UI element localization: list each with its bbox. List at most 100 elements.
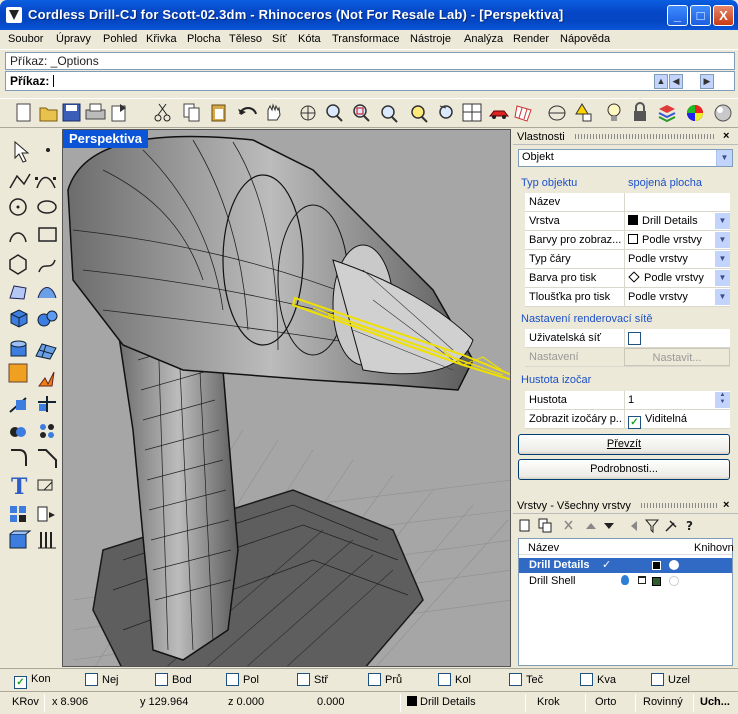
osnap-knot[interactable]: Uzel [651,673,690,686]
perspective-viewport[interactable]: Perspektiva [62,129,511,667]
prop-row-print-color[interactable]: Barva pro tisk Podle vrstvy ▼ [525,269,730,288]
mesh-settings-button[interactable]: Nastavit... [624,348,730,366]
osnap-point[interactable]: Bod [155,673,192,686]
osnap-center-checkbox[interactable] [297,673,310,686]
show-iso-checkbox-cell[interactable]: ✓ Viditelná [624,410,730,429]
status-planar[interactable]: Rovinný [643,696,683,708]
prop-row-custom-mesh[interactable]: Uživatelská síť [525,329,730,348]
rhino-app-icon[interactable] [6,7,22,23]
material-icon[interactable] [669,560,679,570]
layer-color-swatch[interactable] [652,561,661,570]
osnap-quad[interactable]: Kva [580,673,616,686]
osnap-end[interactable]: ✓ Kon [14,673,51,689]
menu-sit[interactable]: Síť [272,33,287,45]
match-button[interactable]: Převzít [518,434,730,455]
close-button[interactable]: X [713,5,734,26]
osnap-center[interactable]: Stř [297,673,328,686]
details-button[interactable]: Podrobnosti... [518,459,730,480]
osnap-tangent-checkbox[interactable] [509,673,522,686]
command-line[interactable]: Příkaz: [5,71,735,91]
prop-row-name[interactable]: Název [525,193,730,212]
osnap-tangent[interactable]: Teč [509,673,543,686]
osnap-point-checkbox[interactable] [155,673,168,686]
layer-name[interactable]: Drill Shell [529,575,575,587]
prop-row-print-width[interactable]: Tloušťka pro tisk Podle vrstvy ▼ [525,288,730,307]
prop-row-linetype[interactable]: Typ čáry Podle vrstvy ▼ [525,250,730,269]
material-icon[interactable] [669,576,679,586]
layer-row-drill-details[interactable]: Drill Details ✓ [519,558,732,573]
density-spinner-icon[interactable]: ▲ ▼ [715,392,730,408]
custom-mesh-checkbox-cell[interactable] [624,329,730,347]
menu-plocha[interactable]: Plocha [187,33,221,45]
layer-color-swatch[interactable] [652,577,661,586]
menu-napoveda[interactable]: Nápověda [560,33,610,45]
unlock-icon[interactable] [638,576,646,584]
show-iso-checkbox[interactable]: ✓ [628,416,641,429]
current-layer-check-icon[interactable]: ✓ [602,558,611,571]
menu-soubor[interactable]: Soubor [8,33,43,45]
prop-input-name[interactable] [624,193,730,211]
maximize-button[interactable]: □ [690,5,711,26]
properties-close-icon[interactable]: × [723,130,729,142]
status-osnap[interactable]: Uch... [700,696,730,708]
prop-row-density[interactable]: Hustota 1 ▲ ▼ [525,391,730,410]
osnap-mid[interactable]: Pol [226,673,259,686]
osnap-perp-checkbox[interactable] [438,673,451,686]
menu-nastroje[interactable]: Nástroje [410,33,451,45]
prop-row-display-color[interactable]: Barvy pro zobraz... Podle vrstvy ▼ [525,231,730,250]
osnap-intersection[interactable]: Prů [368,673,402,686]
column-library-header[interactable]: Knihovn [694,542,734,554]
osnap-mid-checkbox[interactable] [226,673,239,686]
menu-pohled[interactable]: Pohled [103,33,137,45]
osnap-intersection-checkbox[interactable] [368,673,381,686]
chevron-down-icon[interactable]: ▼ [715,270,730,286]
prop-value-linetype[interactable]: Podle vrstvy ▼ [624,250,730,268]
status-ortho[interactable]: Orto [595,696,616,708]
density-input[interactable]: 1 ▲ ▼ [624,391,730,409]
command-prev-icon[interactable]: ◀ [669,74,683,89]
menu-krivka[interactable]: Křivka [146,33,177,45]
status-cplane[interactable]: KRov [12,696,39,708]
chevron-down-icon[interactable]: ▼ [716,150,732,166]
status-y: y 129.964 [140,696,189,708]
osnap-perp[interactable]: Kol [438,673,471,686]
status-current-layer[interactable]: Drill Details [407,696,476,708]
viewport-title[interactable]: Perspektiva [63,130,148,148]
osnap-end-checkbox[interactable]: ✓ [14,676,27,689]
layer-row-drill-shell[interactable]: Drill Shell [519,574,732,589]
osnap-mid-label: Pol [243,674,259,686]
status-grid-snap[interactable]: Krok [537,696,560,708]
chevron-down-icon[interactable]: ▼ [715,213,730,229]
layer-list[interactable]: Název Knihovn Drill Details ✓ Drill Shel… [518,538,734,666]
osnap-near[interactable]: Nej [85,673,119,686]
prop-value-layer[interactable]: Drill Details ▼ [624,212,730,230]
osnap-quad-checkbox[interactable] [580,673,593,686]
light-bulb-icon[interactable] [621,575,629,585]
prop-value-print-width[interactable]: Podle vrstvy ▼ [624,288,730,306]
prop-value-print-color[interactable]: Podle vrstvy ▼ [624,269,730,287]
menu-render[interactable]: Render [513,33,549,45]
minimize-button[interactable]: _ [667,5,688,26]
command-next-icon[interactable]: ▶ [700,74,714,89]
object-type-select[interactable]: Objekt ▼ [518,149,733,167]
panel-grip[interactable] [575,134,715,139]
menu-kota[interactable]: Kóta [298,33,321,45]
chevron-down-icon[interactable]: ▼ [715,232,730,248]
prop-value-display-color[interactable]: Podle vrstvy ▼ [624,231,730,249]
custom-mesh-checkbox[interactable] [628,332,641,345]
osnap-knot-checkbox[interactable] [651,673,664,686]
panel-grip[interactable] [641,503,717,508]
menu-teleso[interactable]: Těleso [229,33,262,45]
layer-name[interactable]: Drill Details [529,559,590,571]
menu-upravy[interactable]: Úpravy [56,33,91,45]
prop-row-layer[interactable]: Vrstva Drill Details ▼ [525,212,730,231]
command-scroll-up[interactable]: ▲ [654,74,668,89]
osnap-near-checkbox[interactable] [85,673,98,686]
chevron-down-icon[interactable]: ▼ [715,289,730,305]
column-name-header[interactable]: Název [528,542,559,554]
menu-transformace[interactable]: Transformace [332,33,399,45]
chevron-down-icon[interactable]: ▼ [715,251,730,267]
menu-analyza[interactable]: Analýza [464,33,503,45]
prop-row-show-isocurves[interactable]: Zobrazit izočáry p... ✓ Viditelná [525,410,730,429]
layers-close-icon[interactable]: × [723,499,729,511]
